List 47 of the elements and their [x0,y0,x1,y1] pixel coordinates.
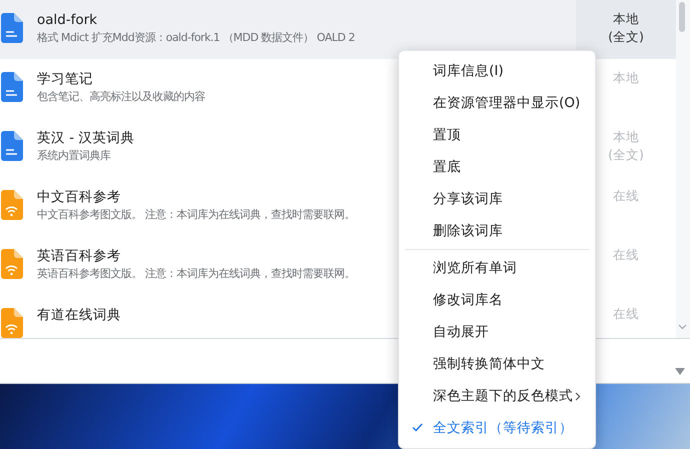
wifi-document-icon [1,190,23,220]
checkmark-icon [412,423,423,432]
menu-item[interactable]: 全文索引（等待索引） [399,412,595,444]
wifi-document-icon [1,249,23,279]
menu-item-label: 自动展开 [433,322,489,342]
dictionary-description: 系统内置词典库 [37,148,110,164]
document-icon [1,131,23,161]
menu-item-label: 深色主题下的反色模式 [433,386,573,406]
menu-item-label: 分享该词库 [433,190,503,209]
menu-item[interactable]: 自动展开 [399,316,595,348]
menu-item-label: 置底 [433,158,461,177]
dictionary-title: 英语百科参考 [37,247,122,265]
dictionary-title: 有道在线词典 [37,306,121,324]
menu-item[interactable]: 置顶 [399,119,595,151]
chevron-right-icon [575,392,581,401]
dictionary-description: 中文百科参考图文版。 注意：本词库为在线词典，查找时需要联网。 [37,207,355,223]
document-icon [1,13,23,43]
menu-item-label: 词库信息(I) [433,62,504,81]
dictionary-description: 格式 Mdict 扩充Mdd资源：oald-fork.1 （MDD 数据文件） OALD 2 [37,30,355,46]
dictionary-title: oald-fork [37,11,98,29]
dictionary-title: 中文百科参考 [37,188,122,206]
menu-item-label: 强制转换简体中文 [433,354,545,374]
dictionary-title: 学习笔记 [37,70,94,88]
status-label: 在线 [613,305,639,323]
menu-item-label: 置顶 [433,126,461,145]
document-icon [1,72,23,102]
menu-item[interactable]: 分享该词库 [399,183,595,215]
status-label: 在线 [613,187,639,205]
menu-item-label: 在资源管理器中显示(O) [433,94,580,113]
status-label: 在线 [613,246,639,264]
scrollbar-thumb[interactable] [679,2,685,32]
dictionary-row[interactable]: oald-fork 格式 Mdict 扩充Mdd资源：oald-fork.1 （MDD 数据文件） OALD 2 本地 (全文) [0,0,676,59]
dictionary-title: 英汉 - 汉英词典 [37,129,134,147]
menu-item[interactable]: 在资源管理器中显示(O) [399,87,595,119]
dropdown-arrow-icon[interactable] [675,368,685,375]
status-label: 本地 [613,69,639,87]
menu-item[interactable]: 浏览所有单词 [399,252,595,284]
dictionary-description: 英语百科参考图文版。 注意：本词库为在线词典，查找时需要联网。 [37,266,355,282]
scrollbar[interactable] [676,0,690,338]
menu-item[interactable]: 深色主题下的反色模式 [399,380,595,412]
menu-item-label: 浏览所有单词 [433,258,517,278]
status-label: 本地 (全文) [608,10,644,46]
menu-item[interactable]: 强制转换简体中文 [399,348,595,380]
chevron-down-icon[interactable] [678,324,687,330]
status-label: 本地 (全文) [608,128,644,164]
dictionary-description: 包含笔记、高亮标注以及收藏的内容 [37,89,205,105]
menu-item-label: 全文索引（等待索引） [433,418,573,438]
